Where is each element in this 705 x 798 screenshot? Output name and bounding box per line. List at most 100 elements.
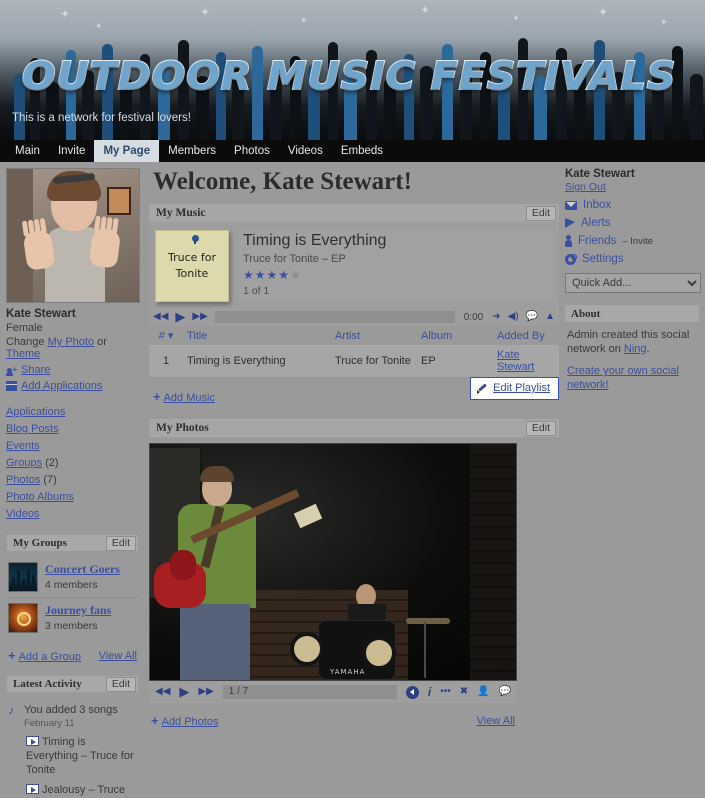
change-my-photo-link[interactable]: My Photo [48, 336, 94, 348]
cell-added-by[interactable]: Kate Stewart [493, 345, 559, 377]
previous-photo-icon[interactable]: ◀◀ [155, 687, 170, 697]
collapse-icon[interactable]: ▲ [545, 312, 555, 322]
seek-bar[interactable] [214, 311, 455, 323]
more-options-icon[interactable]: ••• [440, 687, 451, 697]
shuffle-icon[interactable]: ✖ [460, 687, 468, 697]
group-name-link[interactable]: Journey fans [45, 603, 111, 617]
profile-link-photo-albums[interactable]: Photo Albums [6, 489, 139, 505]
nav-item-main[interactable]: Main [6, 140, 49, 162]
sign-out-link[interactable]: Sign Out [565, 181, 606, 193]
play-icon[interactable] [26, 784, 39, 794]
page-title: Welcome, Kate Stewart! [153, 168, 412, 195]
add-music-row[interactable]: + Add Music [153, 389, 215, 404]
link-events[interactable]: Events [6, 440, 40, 452]
play-icon[interactable] [26, 736, 39, 746]
add-music-link[interactable]: Add Music [164, 392, 215, 404]
nav-item-videos[interactable]: Videos [279, 140, 332, 162]
my-groups-header: My Groups Edit [6, 534, 139, 551]
account-item-friends[interactable]: Friends – Invite [565, 235, 699, 247]
my-music-module: My Music Edit Truce for Tonite Timing is… [149, 204, 559, 419]
quick-add-select[interactable]: Quick Add... [565, 273, 701, 293]
activity-headline: You added 3 songs [24, 704, 118, 716]
profile-link-groups[interactable]: Groups (2) [6, 455, 139, 471]
nav-item-members[interactable]: Members [159, 140, 225, 162]
profile-link-blog-posts[interactable]: Blog Posts [6, 421, 139, 437]
profile-link-videos[interactable]: Videos [6, 506, 139, 522]
profile-link-applications[interactable]: Applications [6, 404, 139, 420]
change-or: or [94, 336, 107, 348]
nav-item-invite[interactable]: Invite [49, 140, 95, 162]
share-link[interactable]: Share [21, 364, 50, 376]
activity-song-item[interactable]: Jealousy – Truce for Tonite [26, 783, 139, 798]
added-by-link[interactable]: Kate Stewart [497, 349, 534, 373]
friends-invite-label[interactable]: – Invite [622, 236, 653, 247]
group-item[interactable]: Journey fans 3 members [6, 597, 139, 638]
photos-view-all-link[interactable]: View All [477, 715, 515, 727]
group-name-link[interactable]: Concert Goers [45, 562, 120, 576]
my-groups-footer: + Add a Group View All [6, 648, 139, 663]
account-item-alerts[interactable]: Alerts [565, 217, 699, 229]
link-applications[interactable]: Applications [6, 406, 65, 418]
next-track-icon[interactable]: ▶▶ [192, 312, 207, 322]
add-a-group-link[interactable]: Add a Group [19, 651, 81, 663]
my-music-edit-button[interactable]: Edit [525, 205, 556, 221]
edit-playlist-link[interactable]: Edit Playlist [493, 382, 550, 394]
nav-item-my-page[interactable]: My Page [94, 140, 160, 162]
rating-stars[interactable]: ★★★★★ [243, 268, 549, 282]
column-header-album[interactable]: Album [417, 326, 493, 345]
nav-item-embeds[interactable]: Embeds [332, 140, 392, 162]
add-a-group-row[interactable]: + Add a Group [8, 648, 81, 663]
column-header-title[interactable]: Title [183, 326, 331, 345]
profile-link-photos[interactable]: Photos (7) [6, 472, 139, 488]
account-item-settings[interactable]: Settings [565, 253, 699, 265]
latest-activity-edit-button[interactable]: Edit [105, 676, 136, 692]
comment-icon[interactable]: 💬 [526, 312, 538, 322]
table-row[interactable]: 1 Timing is Everything Truce for Tonite … [149, 345, 559, 377]
create-network-row[interactable]: Create your own social network! [567, 364, 697, 392]
shuffle-icon[interactable]: ➜ [492, 312, 500, 322]
album-art[interactable]: Truce for Tonite [155, 230, 229, 302]
link-blog-posts[interactable]: Blog Posts [6, 423, 59, 435]
cell-album: EP [421, 355, 436, 367]
info-icon[interactable]: i [428, 685, 431, 699]
my-photos-title: My Photos [156, 422, 209, 434]
account-item-inbox[interactable]: Inbox [565, 199, 699, 211]
profile-photo[interactable] [6, 168, 140, 303]
next-photo-icon[interactable]: ▶▶ [198, 687, 213, 697]
back-circle-icon[interactable] [405, 685, 419, 699]
add-photos-row[interactable]: + Add Photos [151, 713, 218, 728]
sign-out-row[interactable]: Sign Out [565, 181, 699, 193]
play-icon[interactable]: ▶ [175, 310, 185, 323]
link-groups[interactable]: Groups [6, 457, 42, 469]
ning-link[interactable]: Ning [624, 343, 647, 355]
volume-icon[interactable]: ◀) [508, 312, 519, 322]
add-applications-row[interactable]: Add Applications [6, 380, 139, 392]
column-header-number[interactable]: # ▾ [149, 326, 183, 345]
previous-track-icon[interactable]: ◀◀ [153, 312, 168, 322]
change-theme-link[interactable]: Theme [6, 348, 40, 360]
add-photos-link[interactable]: Add Photos [162, 716, 219, 728]
profile-link-events[interactable]: Events [6, 438, 139, 454]
link-photos[interactable]: Photos [6, 474, 40, 486]
edit-playlist-button[interactable]: Edit Playlist [470, 377, 559, 400]
photo-viewer-image[interactable]: YAMAHA [149, 443, 517, 681]
link-videos[interactable]: Videos [6, 508, 39, 520]
group-item[interactable]: Concert Goers 4 members [6, 557, 139, 597]
my-photos-edit-button[interactable]: Edit [525, 420, 556, 436]
create-own-network-link[interactable]: Create your own social network! [567, 365, 679, 391]
site-tagline: This is a network for festival lovers! [12, 112, 191, 124]
nav-item-photos[interactable]: Photos [225, 140, 279, 162]
comment-icon[interactable]: 💬 [499, 687, 511, 697]
groups-view-all-link[interactable]: View All [99, 650, 137, 662]
my-groups-edit-button[interactable]: Edit [105, 535, 136, 551]
slideshow-play-icon[interactable]: ▶ [179, 685, 189, 698]
plus-icon: + [151, 713, 159, 728]
link-photo-albums[interactable]: Photo Albums [6, 491, 74, 503]
add-applications-link[interactable]: Add Applications [21, 380, 102, 392]
column-header-added-by[interactable]: Added By [493, 326, 559, 345]
activity-song-item[interactable]: Timing is Everything – Truce for Tonite [26, 735, 139, 777]
share-row[interactable]: + Share [6, 364, 139, 376]
right-sidebar: Kate Stewart Sign Out Inbox Alerts Frien… [563, 168, 705, 400]
tag-person-icon[interactable]: 👤 [477, 687, 489, 697]
column-header-artist[interactable]: Artist [331, 326, 417, 345]
